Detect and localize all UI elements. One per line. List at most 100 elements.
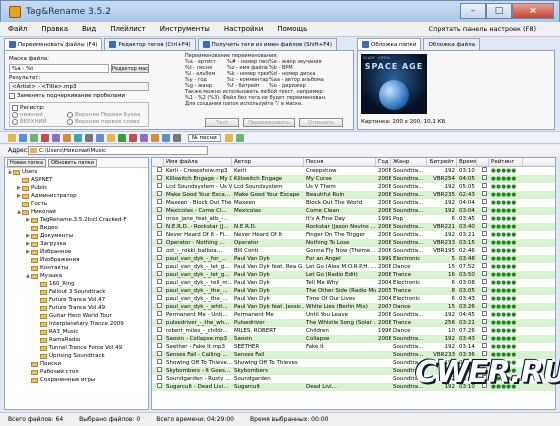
rating-stars[interactable]: ●●●●● xyxy=(489,215,523,223)
row-checkbox[interactable] xyxy=(157,167,162,172)
rating-stars[interactable]: ●●●●● xyxy=(489,279,523,287)
row-checkbox[interactable] xyxy=(157,191,162,196)
flag-checkbox[interactable] xyxy=(482,311,487,316)
menu-help[interactable]: Помощь xyxy=(277,25,307,33)
import-icon[interactable] xyxy=(235,133,244,142)
rating-stars[interactable]: ●●●●● xyxy=(489,311,523,319)
tree-item[interactable]: ▶ TagRename.3.5.2Incl.Cracked-F xyxy=(5,216,148,224)
tree-item[interactable]: Interplanetary Trance 2009 xyxy=(5,320,148,328)
col-genre[interactable]: Жанр xyxy=(391,158,427,166)
flag-checkbox[interactable] xyxy=(482,175,487,180)
col-check[interactable] xyxy=(152,158,164,166)
table-row[interactable]: paul_van_dyk_-_let_g... Paul Van Dyk feat… xyxy=(152,263,555,271)
row-checkbox-cell[interactable] xyxy=(152,231,164,239)
tree-item[interactable]: ▶ Public xyxy=(5,184,148,192)
row-checkbox[interactable] xyxy=(157,183,162,188)
rating-stars[interactable]: ●●●●● xyxy=(489,271,523,279)
rating-stars[interactable]: ●●●●● xyxy=(489,175,523,183)
tree-item[interactable]: RamaRadio xyxy=(5,336,148,344)
delete-icon[interactable] xyxy=(41,133,49,142)
table-row[interactable]: Mexicolas - Come Cl... Mexicolas Come Clea… xyxy=(152,207,555,215)
tree-item[interactable]: ▶ Документы xyxy=(5,232,148,240)
table-row[interactable]: Maxeen - Block Out The WorldMaxeen Block … xyxy=(152,199,555,207)
maximize-button[interactable]: □ xyxy=(486,3,512,19)
tree-item[interactable]: Поиски xyxy=(5,360,148,368)
row-checkbox-cell[interactable] xyxy=(152,359,164,367)
row-checkbox[interactable] xyxy=(157,375,162,380)
rating-stars[interactable]: ●●●●● xyxy=(489,167,523,175)
row-checkbox-cell[interactable] xyxy=(152,295,164,303)
tab-tag-editor[interactable]: Редактор тегов (Ctrl+F4) xyxy=(104,38,196,50)
row-checkbox-cell[interactable] xyxy=(152,175,164,183)
table-row[interactable]: paul_van_dyk_-_whit... Paul Van Dyk feat.… xyxy=(152,303,555,311)
table-row[interactable]: pulsedriver_-_the_wh... Pulsedriver The Wh… xyxy=(152,319,555,327)
rating-stars[interactable]: ●●●●● xyxy=(489,343,523,351)
rating-stars[interactable]: ●●●●● xyxy=(489,335,523,343)
rating-stars[interactable]: ●●●●● xyxy=(489,303,523,311)
row-checkbox[interactable] xyxy=(157,223,162,228)
tab-file-cover[interactable]: Обложка файла xyxy=(423,38,480,50)
tree-item[interactable]: Future Trance Vol.49 xyxy=(5,304,148,312)
row-checkbox[interactable] xyxy=(157,359,162,364)
row-checkbox-cell[interactable] xyxy=(152,223,164,231)
tree-item[interactable]: Tunnel Trance Force Vol.49 xyxy=(5,344,148,352)
row-checkbox-cell[interactable] xyxy=(152,199,164,207)
refresh-icon[interactable] xyxy=(30,133,38,142)
table-row[interactable]: Seether - Fake It.mp3 SEETHER Fake It Sound… xyxy=(152,343,555,351)
play-icon[interactable] xyxy=(118,133,126,142)
close-button[interactable]: × xyxy=(512,3,554,19)
row-checkbox-cell[interactable] xyxy=(152,375,164,383)
row-checkbox-cell[interactable] xyxy=(152,287,164,295)
tab-rename-files[interactable]: Переименовать файлы (F4) xyxy=(4,38,103,50)
row-checkbox[interactable] xyxy=(157,351,162,356)
tree-item[interactable]: Сохраненные игры xyxy=(5,376,148,384)
row-checkbox[interactable] xyxy=(157,255,162,260)
menu-edit[interactable]: Правка xyxy=(41,25,68,33)
minimize-button[interactable]: – xyxy=(460,3,486,19)
table-row[interactable]: paul_van_dyk_-_the_... Paul Van Dyk Time O… xyxy=(152,295,555,303)
flag-checkbox[interactable] xyxy=(482,207,487,212)
row-checkbox[interactable] xyxy=(157,383,162,388)
row-checkbox-cell[interactable] xyxy=(152,255,164,263)
tree-item[interactable]: ▲ Николай xyxy=(5,208,148,216)
flag-checkbox[interactable] xyxy=(482,335,487,340)
col-rating[interactable]: Рейтинг xyxy=(489,158,523,166)
tree-item[interactable]: Изображения xyxy=(5,256,148,264)
rating-stars[interactable]: ●●●●● xyxy=(489,263,523,271)
mask-input[interactable]: %a - %t xyxy=(9,64,109,73)
col-artist[interactable]: Автор xyxy=(232,158,304,166)
test-button[interactable]: Тест xyxy=(205,118,239,127)
paste-icon[interactable] xyxy=(74,133,82,142)
address-input[interactable]: C:\Users\Николай\Music xyxy=(28,146,208,155)
flag-checkbox[interactable] xyxy=(482,271,487,276)
col-flag[interactable] xyxy=(477,158,489,166)
flag-checkbox[interactable] xyxy=(482,255,487,260)
row-checkbox-cell[interactable] xyxy=(152,383,164,391)
hide-settings-panel-link[interactable]: Спрятать панель настроек (F8) xyxy=(429,25,536,33)
flag-checkbox[interactable] xyxy=(482,287,487,292)
rating-stars[interactable]: ●●●●● xyxy=(489,207,523,215)
row-checkbox[interactable] xyxy=(157,311,162,316)
stop-icon[interactable] xyxy=(129,133,137,142)
table-row[interactable]: ost_-_rokki_balboa... Bill Conti Gonna Fly… xyxy=(152,247,555,255)
row-checkbox[interactable] xyxy=(157,303,162,308)
case-upper-radio[interactable] xyxy=(12,119,18,125)
row-checkbox[interactable] xyxy=(157,279,162,284)
row-checkbox[interactable] xyxy=(157,343,162,348)
table-row[interactable]: Make Good Your Esca... Beautiful RuinMak… xyxy=(152,191,555,199)
flag-checkbox[interactable] xyxy=(482,239,487,244)
filter-icon[interactable] xyxy=(151,133,159,142)
cut-icon[interactable] xyxy=(85,133,93,142)
rating-stars[interactable]: ●●●●● xyxy=(489,295,523,303)
flag-checkbox[interactable] xyxy=(482,223,487,228)
row-checkbox[interactable] xyxy=(157,271,162,276)
table-row[interactable]: paul_van_dyk_-_tell_m... Paul Van Dyk Tell… xyxy=(152,279,555,287)
tag-edit-icon[interactable] xyxy=(52,133,60,142)
row-checkbox[interactable] xyxy=(157,327,162,332)
tree-item[interactable]: RA3_Music xyxy=(5,328,148,336)
tab-folder-cover[interactable]: Обложка папки xyxy=(357,38,422,50)
cancel-button[interactable]: Отменить xyxy=(299,118,343,127)
row-checkbox-cell[interactable] xyxy=(152,319,164,327)
menu-settings[interactable]: Настройки xyxy=(224,25,264,33)
row-checkbox[interactable] xyxy=(157,367,162,372)
